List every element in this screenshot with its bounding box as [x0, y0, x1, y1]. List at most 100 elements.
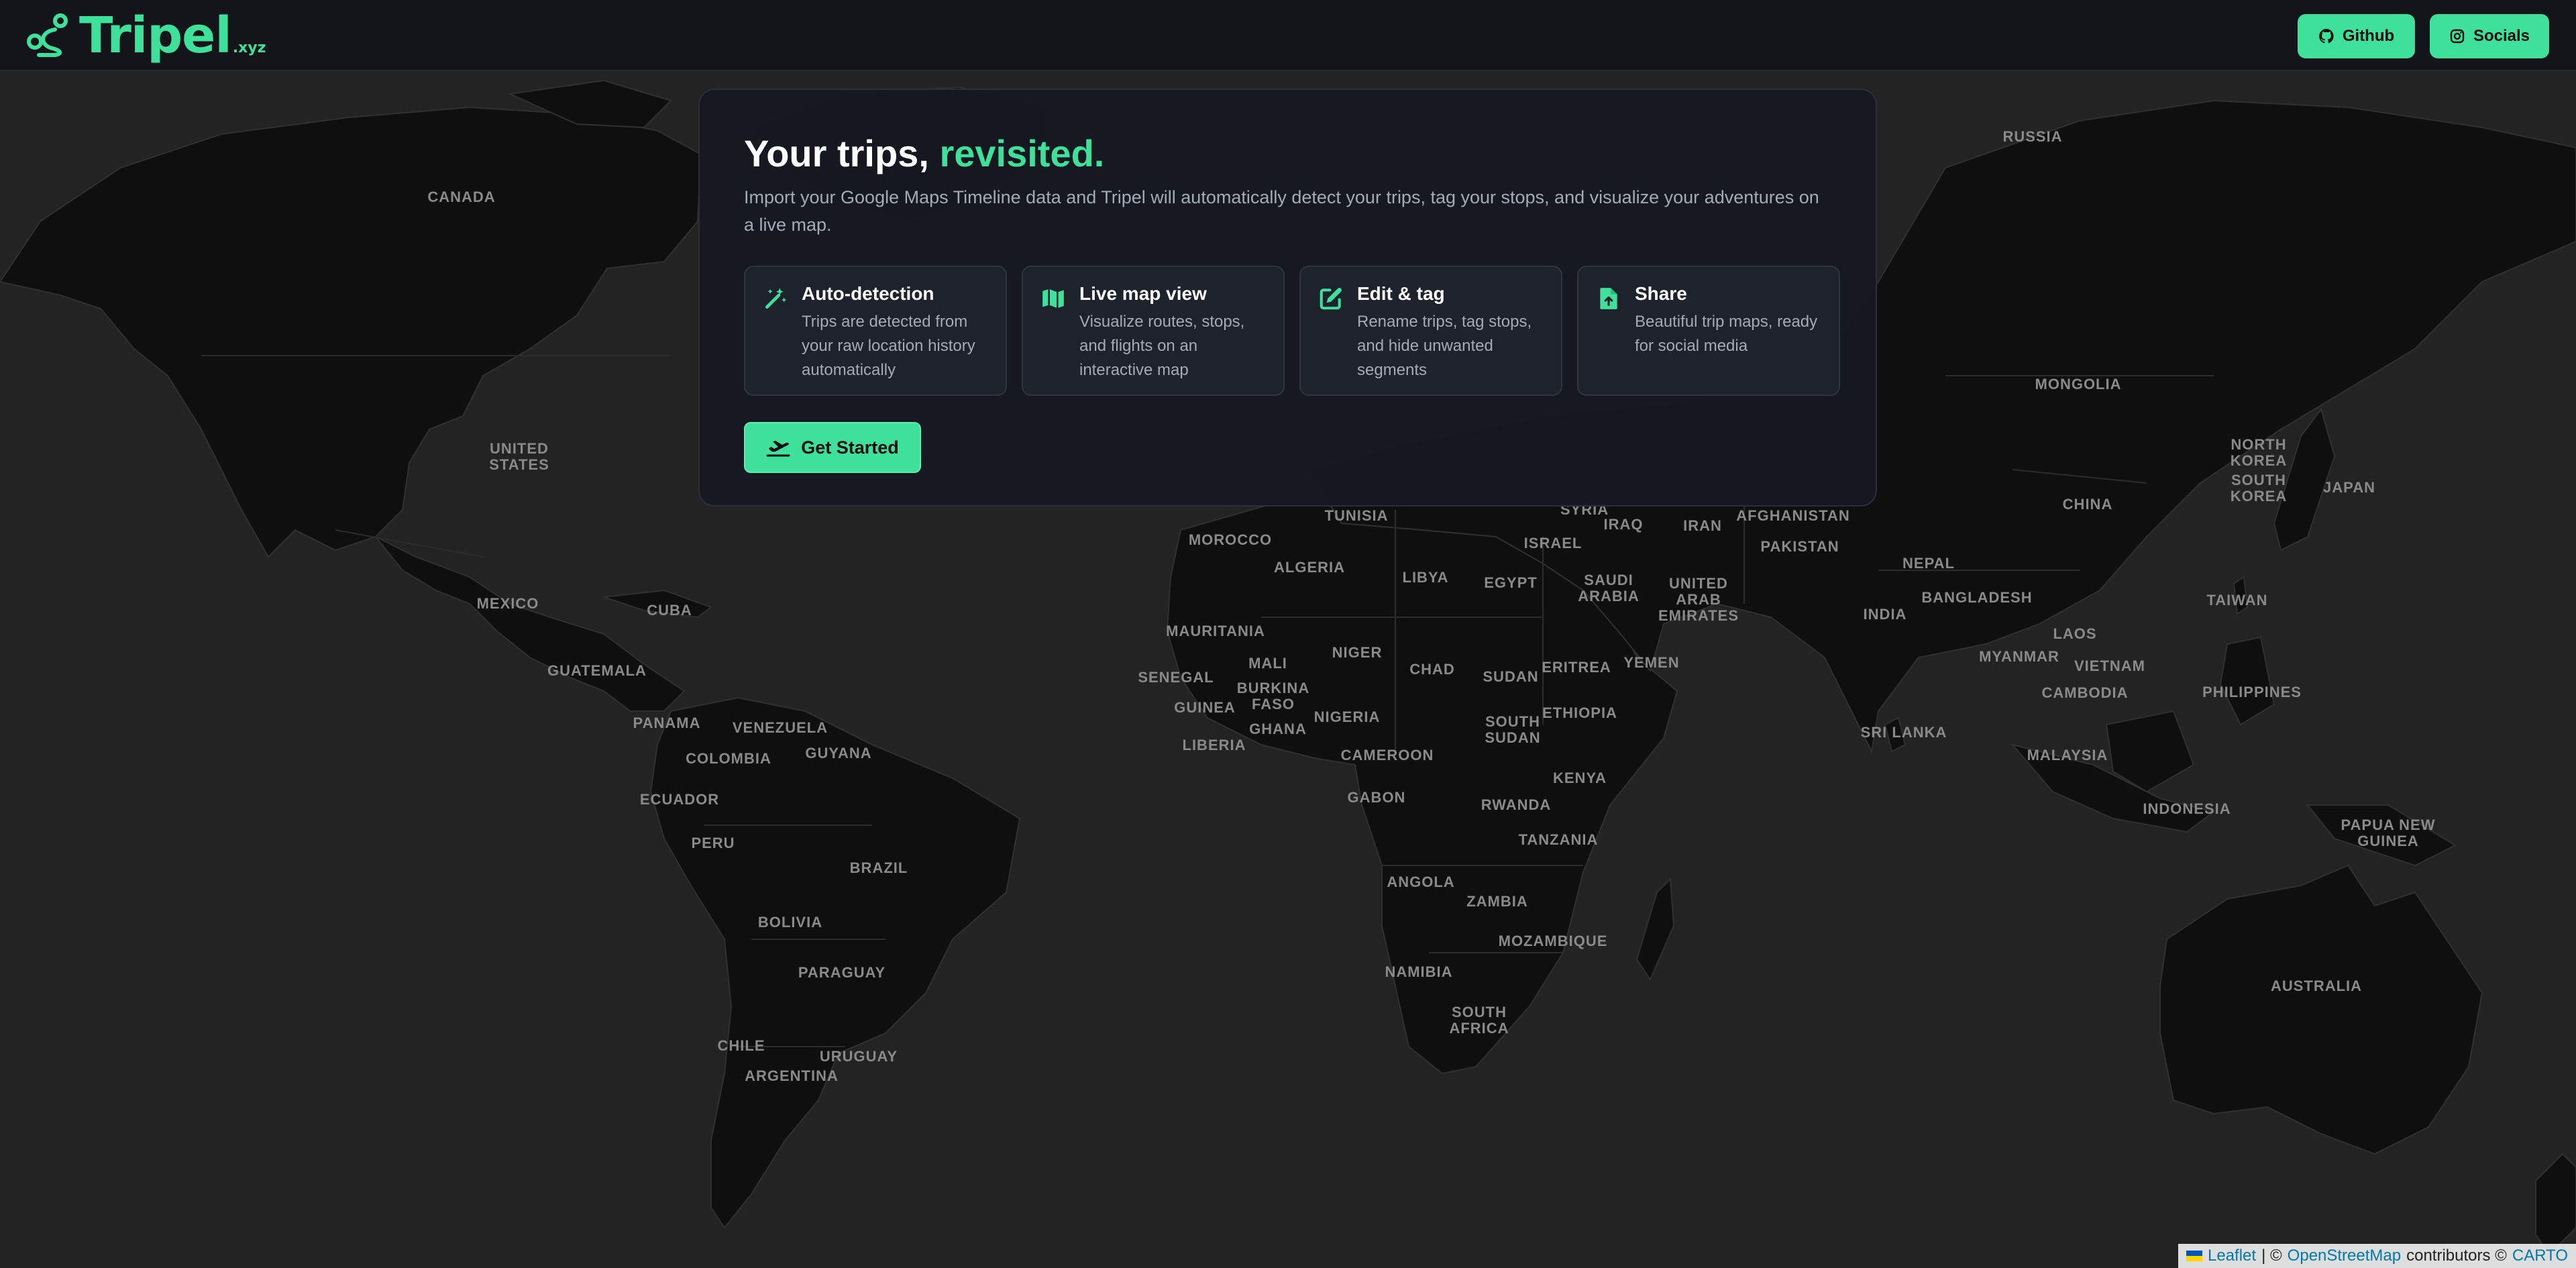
map-label: SUDAN — [1483, 668, 1539, 685]
top-navbar: Tripel .xyz Github Socials — [0, 0, 2576, 71]
map-label: RWANDA — [1481, 796, 1552, 813]
attribution-separator: | © — [2261, 1247, 2282, 1265]
map-label: MOZAMBIQUE — [1498, 933, 1608, 949]
map-label: VIETNAM — [2074, 657, 2145, 674]
map-label: MALAYSIA — [2027, 747, 2108, 763]
map-label: ISRAEL — [1523, 535, 1582, 551]
map-label: RUSSIA — [2002, 128, 2063, 145]
feature-text: Trips are detected from your raw locatio… — [802, 313, 975, 379]
map-label: ERITREA — [1542, 659, 1611, 676]
socials-button[interactable]: Socials — [2430, 14, 2549, 58]
map-label: CAMBODIA — [2041, 684, 2129, 701]
feature-title: Auto-detection — [802, 283, 934, 304]
map-label: CANADA — [427, 189, 496, 205]
feature-title: Share — [1635, 283, 1687, 304]
feature-body: Live map view Visualize routes, stops, a… — [1079, 283, 1266, 379]
map-label: UNITED STATES — [489, 440, 549, 473]
map-label: NAMIBIA — [1385, 963, 1453, 980]
map-label: INDONESIA — [2143, 800, 2231, 817]
map-label: BOLIVIA — [757, 914, 823, 931]
map-label: CAMEROON — [1340, 747, 1434, 763]
logo[interactable]: Tripel .xyz — [25, 7, 266, 64]
map-label: CHAD — [1409, 661, 1455, 678]
map-label: TAIWAN — [2206, 592, 2268, 609]
map-label: IRAN — [1683, 517, 1722, 534]
mexico-central-america-landmass — [375, 536, 686, 712]
map-label: ZAMBIA — [1466, 893, 1528, 910]
map-label: NEPAL — [1902, 555, 1955, 572]
map-label: LIBYA — [1402, 569, 1449, 586]
new-zealand-landmass — [2535, 1153, 2576, 1256]
map-label: BRAZIL — [849, 859, 908, 876]
github-label: Github — [2342, 27, 2395, 45]
leaflet-link[interactable]: Leaflet — [2208, 1244, 2256, 1268]
map-label: SOUTH KOREA — [2230, 472, 2288, 505]
feature-title: Live map view — [1079, 283, 1207, 304]
instagram-icon — [2450, 29, 2465, 44]
map-label: UNITED ARAB EMIRATES — [1658, 575, 1739, 624]
map-label: BANGLADESH — [1921, 589, 2033, 606]
north-america-landmass — [0, 106, 702, 558]
feature-text: Visualize routes, stops, and flights on … — [1079, 313, 1245, 379]
map-label: NORTH KOREA — [2230, 436, 2288, 469]
map-label: PHILIPPINES — [2202, 684, 2302, 700]
philippines-landmass — [2219, 636, 2275, 726]
map-label: PAPUA NEW GUINEA — [2341, 816, 2436, 849]
map-label: SOUTH SUDAN — [1485, 713, 1541, 746]
map-attribution: Leaflet | © OpenStreetMap contributors ©… — [2178, 1244, 2576, 1268]
madagascar-landmass — [1635, 877, 1675, 982]
map-label: MYANMAR — [1979, 648, 2059, 665]
map-label: AFGHANISTAN — [1736, 507, 1850, 524]
plane-takeoff-icon — [766, 441, 790, 457]
file-share-icon — [1600, 288, 1617, 309]
map-label: URUGUAY — [819, 1048, 898, 1065]
map-label: SRI LANKA — [1860, 724, 1947, 741]
get-started-button[interactable]: Get Started — [744, 422, 921, 473]
map-label: GABON — [1347, 789, 1406, 806]
map-label: CHILE — [717, 1037, 765, 1054]
map-label: TANZANIA — [1518, 831, 1599, 848]
map-label: VENEZUELA — [732, 719, 828, 736]
map-label: PERU — [691, 835, 735, 851]
map-label: EGYPT — [1484, 574, 1538, 591]
map-label: CHINA — [2062, 496, 2113, 513]
hero-title-main: Your trips, — [744, 132, 940, 174]
map-label: MOROCCO — [1188, 531, 1273, 548]
magic-wand-icon — [765, 288, 787, 309]
map-label: GHANA — [1249, 721, 1307, 737]
map-label: NIGER — [1332, 644, 1383, 661]
socials-label: Socials — [2473, 27, 2530, 45]
map-label: GUYANA — [805, 745, 872, 761]
hero-title-accent: revisited. — [939, 132, 1105, 174]
map-label: SENEGAL — [1138, 669, 1214, 686]
map-label: SOUTH AFRICA — [1449, 1004, 1509, 1037]
map-icon — [1042, 288, 1064, 309]
map-label: TUNISIA — [1324, 507, 1389, 524]
feature-text: Rename trips, tag stops, and hide unwant… — [1357, 313, 1532, 379]
feature-card-live-map-view: Live map view Visualize routes, stops, a… — [1022, 266, 1285, 396]
map-label: JAPAN — [2323, 479, 2375, 496]
map-label: IRAQ — [1603, 516, 1644, 533]
map-label: ARGENTINA — [745, 1067, 839, 1084]
carto-link[interactable]: CARTO — [2512, 1244, 2568, 1268]
feature-title: Edit & tag — [1357, 283, 1445, 304]
map-label: SAUDI ARABIA — [1578, 572, 1640, 604]
map-label: NIGERIA — [1313, 708, 1381, 725]
feature-text: Beautiful trip maps, ready for social me… — [1635, 313, 1818, 355]
map-label: PAKISTAN — [1760, 538, 1839, 555]
map-label: ECUADOR — [639, 791, 720, 808]
feature-body: Edit & tag Rename trips, tag stops, and … — [1357, 283, 1544, 379]
map-label: PARAGUAY — [798, 964, 886, 981]
map-label: BURKINA FASO — [1236, 680, 1310, 712]
github-button[interactable]: Github — [2298, 14, 2415, 58]
openstreetmap-link[interactable]: OpenStreetMap — [2288, 1244, 2401, 1268]
map-label: ANGOLA — [1387, 874, 1455, 890]
map-label: AUSTRALIA — [2270, 978, 2363, 994]
map-label: MONGOLIA — [2035, 376, 2122, 392]
hero-subtitle: Import your Google Maps Timeline data an… — [744, 187, 1819, 235]
map-label: GUINEA — [1174, 699, 1236, 716]
edit-icon — [1320, 287, 1342, 310]
australia-landmass — [2159, 864, 2483, 1155]
map-label: ALGERIA — [1274, 559, 1345, 576]
feature-card-edit-tag: Edit & tag Rename trips, tag stops, and … — [1299, 266, 1562, 396]
